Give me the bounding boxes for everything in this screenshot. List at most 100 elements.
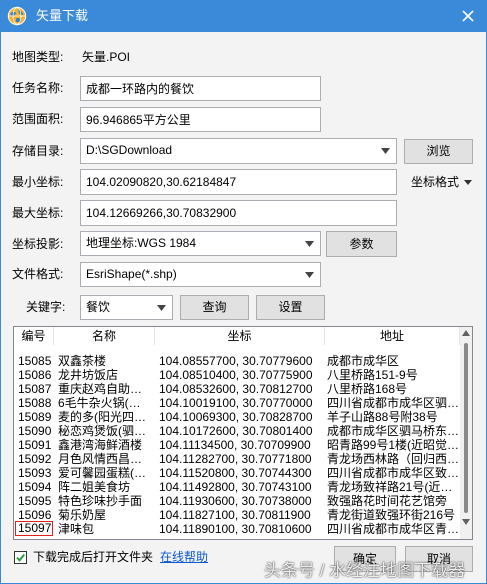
ok-button[interactable]: 确定 xyxy=(334,546,396,572)
table-row[interactable]: 15095 特色珍味抄手面 104.11930600, 30.70738000 致强路… xyxy=(14,494,460,508)
table-row[interactable]: 15090 秘恋鸡煲饭(驷… 104.10172600, 30.70801400 成都… xyxy=(14,424,460,438)
cell-id: 15092 xyxy=(18,452,52,466)
projection-label: 坐标投影: xyxy=(12,237,64,251)
settings-button[interactable]: 设置 xyxy=(256,295,325,320)
cell-address: 青龙场致祥路21号(近… xyxy=(327,480,453,494)
globe-icon xyxy=(7,6,27,26)
cell-address: 四川省成都市成华区致… xyxy=(327,466,459,480)
cell-id: 15096 xyxy=(18,508,52,522)
query-button[interactable]: 查询 xyxy=(180,295,249,320)
table-row[interactable]: 15093 爱可馨园蛋糕(… 104.11520800, 30.70744300 四川… xyxy=(14,466,460,480)
save-dir-label: 存储目录: xyxy=(12,144,64,158)
column-header-address[interactable]: 地址 xyxy=(325,327,460,345)
cell-name: 秘恋鸡煲饭(驷… xyxy=(58,424,146,438)
table-row[interactable]: 15097 津味包 104.11890100, 30.70810600 四川省成都市成… xyxy=(14,521,460,536)
cell-id: 15097 xyxy=(15,521,53,536)
cell-address: 成都市成华区驷马桥东… xyxy=(327,424,459,438)
cell-id: 15088 xyxy=(18,396,52,410)
cell-id: 15086 xyxy=(18,368,52,382)
cell-address: 青龙街道致强环街216号 xyxy=(327,508,456,522)
table-row[interactable]: 15088 6毛牛杂火锅(… 104.10019100, 30.70770000 四川… xyxy=(14,396,460,410)
map-type-label: 地图类型: xyxy=(12,50,64,64)
chevron-down-icon xyxy=(381,148,390,154)
open-folder-checkbox[interactable] xyxy=(14,551,27,564)
cell-name: 特色珍味抄手面 xyxy=(58,494,143,508)
cell-name: 菊乐奶屋 xyxy=(58,508,107,522)
cell-address: 致强路花时间花艺馆旁 xyxy=(327,494,448,508)
coord-format-menu[interactable]: 坐标格式 xyxy=(411,174,473,190)
vertical-scrollbar[interactable] xyxy=(460,327,472,539)
close-icon[interactable] xyxy=(461,9,475,23)
projection-dropdown[interactable]: 地理坐标:WGS 1984 xyxy=(80,231,321,256)
area-input[interactable] xyxy=(80,107,321,132)
column-header-name[interactable]: 名称 xyxy=(54,327,155,345)
poi-table[interactable]: 编号 名称 坐标 地址 15085 双鑫茶楼 104.08557700, 30.70… xyxy=(13,326,473,540)
cell-id: 15093 xyxy=(18,466,52,480)
cell-coord: 104.08532600, 30.70812700 xyxy=(159,382,313,396)
cell-address: 四川省成都市成华区青… xyxy=(327,522,459,536)
file-format-value: EsriShape(*.shp) xyxy=(86,267,177,281)
cell-id: 15087 xyxy=(18,382,52,396)
table-row[interactable]: 15094 阵二姐美食坊 104.11492800, 30.70743100 青龙场致… xyxy=(14,480,460,494)
file-format-dropdown[interactable]: EsriShape(*.shp) xyxy=(80,262,321,287)
max-coord-label: 最大坐标: xyxy=(12,206,64,220)
online-help-link[interactable]: 在线帮助 xyxy=(160,549,208,565)
keyword-label: 关键字: xyxy=(26,300,66,314)
table-row[interactable]: 15089 麦的多(阳光四… 104.10069300, 30.70828700 羊子… xyxy=(14,410,460,424)
cell-name: 鑫港湾海鲜酒楼 xyxy=(58,438,143,452)
cell-name: 麦的多(阳光四… xyxy=(58,410,146,424)
map-type-value: 矢量.POI xyxy=(82,50,131,64)
cell-address: 羊子山路88号附38号 xyxy=(327,410,438,424)
table-row[interactable]: 15096 菊乐奶屋 104.11827100, 30.70811900 青龙街道致强… xyxy=(14,508,460,522)
cell-name: 月色风情西昌… xyxy=(58,452,143,466)
column-header-coord[interactable]: 坐标 xyxy=(155,327,325,345)
cell-address: 昭青路99号1楼(近昭觉… xyxy=(327,438,459,452)
area-label: 范围面积: xyxy=(12,112,64,126)
cell-name: 龙井坊饭店 xyxy=(58,368,119,382)
cell-coord: 104.11282700, 30.70771800 xyxy=(159,452,312,466)
cell-id: 15094 xyxy=(18,480,52,494)
cell-coord: 104.10172600, 30.70801400 xyxy=(159,424,313,438)
scroll-up-arrow-icon[interactable] xyxy=(462,330,470,336)
cell-name: 津味包 xyxy=(58,522,95,536)
table-row[interactable]: 15085 双鑫茶楼 104.08557700, 30.70779600 成都市成华区 xyxy=(14,354,460,368)
scroll-down-arrow-icon[interactable] xyxy=(462,519,470,525)
scrollbar-thumb[interactable] xyxy=(464,343,468,513)
chevron-down-icon xyxy=(305,241,314,247)
task-name-label: 任务名称: xyxy=(12,81,64,95)
cell-coord: 104.10069300, 30.70828700 xyxy=(159,410,313,424)
cell-coord: 104.11930600, 30.70738000 xyxy=(159,494,312,508)
cell-id: 15091 xyxy=(18,438,52,452)
save-dir-value: D:\SGDownload xyxy=(86,143,173,157)
column-header-id[interactable]: 编号 xyxy=(14,327,54,345)
cell-address: 四川省成都市成华区驷… xyxy=(327,396,459,410)
cell-name: 重庆赵鸡自助… xyxy=(58,382,143,396)
task-name-input[interactable] xyxy=(80,76,321,101)
table-row[interactable]: 15092 月色风情西昌… 104.11282700, 30.70771800 青龙场… xyxy=(14,452,460,466)
open-folder-label[interactable]: 下载完成后打开文件夹 xyxy=(33,549,153,565)
cell-id: 15089 xyxy=(18,410,52,424)
cell-address: 八里桥路151-9号 xyxy=(327,368,418,382)
chevron-down-icon xyxy=(305,272,314,278)
cell-id: 15085 xyxy=(18,354,52,368)
min-coord-label: 最小坐标: xyxy=(12,175,64,189)
table-row[interactable]: 15086 龙井坊饭店 104.08510400, 30.70775900 八里桥路1… xyxy=(14,368,460,382)
cell-address: 八里桥路168号 xyxy=(327,382,408,396)
min-coord-input[interactable] xyxy=(80,169,397,195)
title-bar[interactable]: 矢量下载 xyxy=(0,0,487,32)
cell-coord: 104.11492800, 30.70743100 xyxy=(159,480,312,494)
cell-name: 爱可馨园蛋糕(… xyxy=(58,466,146,480)
browse-button[interactable]: 浏览 xyxy=(404,139,473,164)
cancel-button[interactable]: 取消 xyxy=(405,546,473,572)
cell-address: 成都市成华区 xyxy=(327,354,400,368)
vector-download-dialog: 矢量下载 地图类型: 矢量.POI 任务名称: 范围面积: 存储目录: D:\S… xyxy=(0,0,487,584)
keyword-dropdown[interactable]: 餐饮 xyxy=(80,295,173,320)
checkmark-icon xyxy=(16,553,26,562)
max-coord-input[interactable] xyxy=(80,200,397,226)
cell-id: 15095 xyxy=(18,494,52,508)
cell-name: 阵二姐美食坊 xyxy=(58,480,131,494)
table-row[interactable]: 15087 重庆赵鸡自助… 104.08532600, 30.70812700 八里桥… xyxy=(14,382,460,396)
params-button[interactable]: 参数 xyxy=(326,231,397,257)
save-dir-dropdown[interactable]: D:\SGDownload xyxy=(80,138,397,164)
table-row[interactable]: 15091 鑫港湾海鲜酒楼 104.11134500, 30.70709900 昭青路… xyxy=(14,438,460,452)
